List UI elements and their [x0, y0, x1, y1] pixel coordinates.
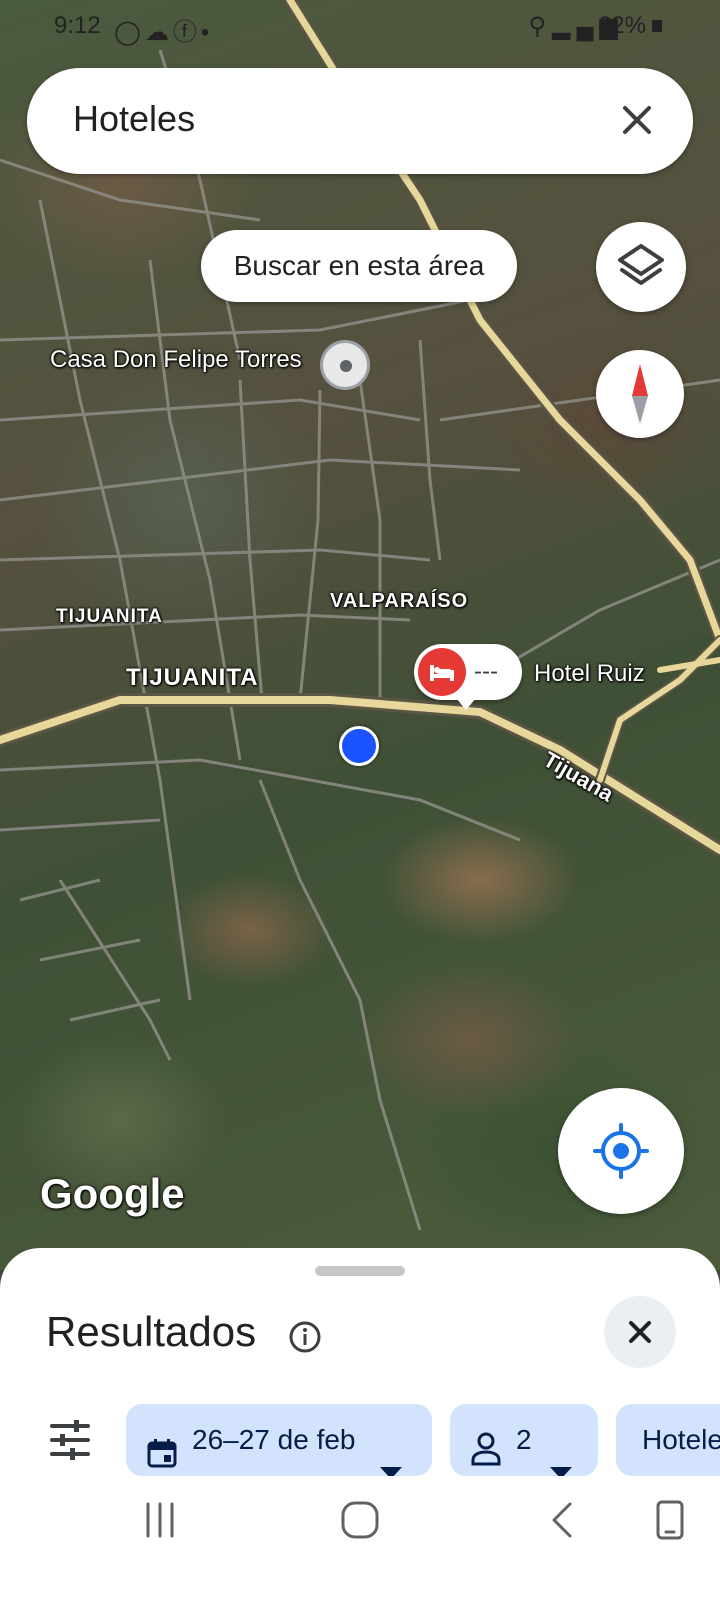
dates-label: 26–27 de feb — [192, 1424, 356, 1455]
back-icon — [552, 1502, 572, 1538]
facebook-icon: ⓕ — [172, 19, 201, 46]
dot-icon: • — [200, 19, 214, 46]
current-location-dot — [339, 726, 379, 766]
guests-chip[interactable]: 2 — [450, 1404, 598, 1476]
search-this-area-button[interactable]: Buscar en esta área — [201, 230, 517, 302]
search-bar[interactable]: Hoteles — [27, 68, 693, 174]
pin-tail — [456, 698, 476, 710]
close-results-button[interactable] — [604, 1296, 676, 1368]
calendar-icon — [146, 1424, 178, 1468]
whatsapp-icon: ◯ — [114, 19, 145, 46]
system-nav-bar — [0, 1500, 720, 1600]
hotel-label[interactable]: Hotel Ruiz — [534, 660, 645, 688]
phone-icon — [656, 1500, 684, 1540]
recent-apps-button[interactable] — [140, 1500, 180, 1545]
cloud-icon: ☁ — [144, 19, 173, 46]
property-type-chip[interactable]: Hoteles — [616, 1404, 720, 1476]
chevron-down-icon — [380, 1434, 402, 1476]
area-label-valparaiso: VALPARAÍSO — [330, 590, 469, 612]
search-query[interactable]: Hoteles — [73, 98, 195, 140]
bed-icon — [418, 648, 466, 696]
layers-icon — [596, 244, 686, 316]
rotate-button[interactable] — [650, 1500, 690, 1545]
crosshair-icon — [558, 1123, 684, 1218]
chevron-down-icon — [550, 1434, 572, 1476]
map-view[interactable]: Casa Don Felipe Torres TIJUANITA TIJUANI… — [0, 0, 720, 1270]
map-roads — [0, 0, 720, 1231]
home-button[interactable] — [340, 1500, 380, 1545]
area-label-tijuanita-small: TIJUANITA — [56, 606, 163, 627]
home-icon — [341, 1501, 379, 1539]
area-label-tijuanita: TIJUANITA — [126, 664, 259, 691]
status-bar: 9:12 ◯☁ⓕ• ⚲▂▄▆ 62% — [0, 0, 720, 56]
battery-level: 62% — [597, 12, 646, 39]
guests-label: 2 — [516, 1424, 532, 1455]
drag-handle[interactable] — [315, 1266, 405, 1276]
my-location-button[interactable] — [558, 1088, 684, 1214]
info-icon[interactable] — [288, 1320, 322, 1354]
status-time: 9:12 — [54, 12, 101, 39]
notification-icons: ◯☁ⓕ• — [114, 12, 213, 47]
close-icon — [604, 1321, 676, 1372]
sheet-title: Resultados — [46, 1308, 257, 1355]
battery-icon — [652, 20, 662, 32]
back-button[interactable] — [544, 1500, 584, 1545]
recents-icon — [146, 1502, 174, 1538]
compass-icon — [596, 364, 684, 442]
person-icon — [470, 1422, 502, 1466]
filters-icon[interactable] — [48, 1420, 92, 1460]
compass-button[interactable] — [596, 350, 684, 438]
close-icon[interactable] — [617, 100, 657, 140]
hotel-price: --- — [474, 658, 498, 685]
place-pin[interactable] — [320, 340, 370, 390]
google-logo: Google — [40, 1170, 185, 1217]
place-label-casa[interactable]: Casa Don Felipe Torres — [50, 346, 302, 374]
location-icon: ⚲ — [528, 13, 553, 40]
hotel-pin[interactable]: --- — [414, 644, 522, 710]
layers-button[interactable] — [596, 222, 686, 312]
dates-chip[interactable]: 26–27 de feb — [126, 1404, 432, 1476]
